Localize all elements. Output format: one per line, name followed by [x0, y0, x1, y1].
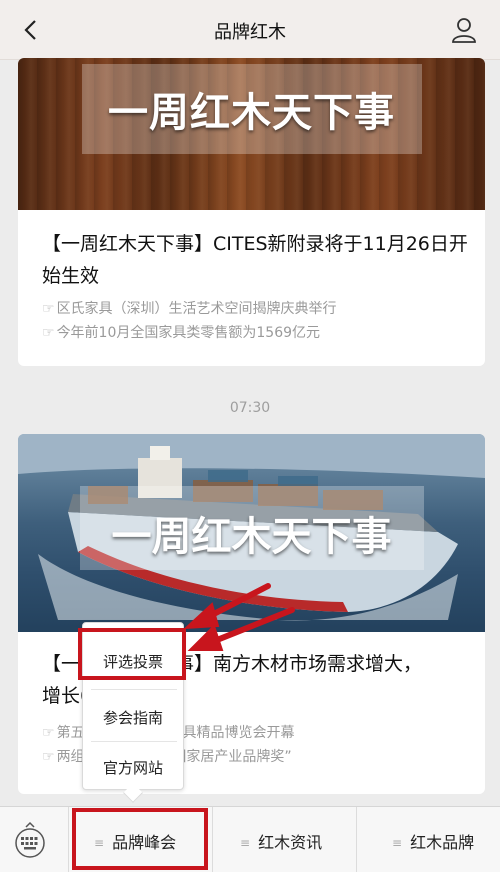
divider: [356, 807, 357, 872]
article-banner-image: 一周红木天下事: [18, 58, 485, 210]
tab-redwood-news[interactable]: ≡ 红木资讯: [240, 829, 322, 853]
highlight-box-brand-summit: [72, 808, 208, 870]
menu-lines-icon: ≡: [392, 836, 403, 850]
menu-item-official-site[interactable]: 官方网站: [83, 757, 183, 778]
menu-lines-icon: ≡: [240, 836, 251, 850]
pointing-hand-icon: ☞: [42, 325, 55, 341]
article-headline[interactable]: 【一周红木天下事】CITES新附录将于11月26日开始生效: [42, 228, 472, 292]
tab-redwood-brands[interactable]: ≡ 红木品牌: [392, 829, 474, 853]
pointing-hand-icon: ☞: [42, 301, 55, 317]
divider: [212, 807, 213, 872]
sub-article-link[interactable]: ☞ 今年前10月全国家具类零售额为1569亿元: [42, 322, 472, 342]
message-timestamp: 07:30: [229, 400, 271, 416]
top-bar: 品牌红木: [0, 0, 500, 60]
user-profile-icon[interactable]: [450, 16, 478, 44]
page-title: 品牌红木: [214, 22, 286, 43]
article-card[interactable]: 一周红木天下事 【一周红木天下事】CITES新附录将于11月26日开始生效 ☞ 区…: [18, 58, 485, 366]
pointing-hand-icon: ☞: [42, 725, 55, 741]
banner-title: 一周红木天下事: [108, 90, 395, 136]
menu-item-guide[interactable]: 参会指南: [83, 707, 183, 728]
divider: [68, 807, 69, 872]
article-banner-image: 一周红木天下事: [18, 434, 485, 632]
banner-title: 一周红木天下事: [111, 514, 392, 560]
highlight-box-vote: [78, 628, 186, 680]
pointing-hand-icon: ☞: [42, 749, 55, 765]
sub-article-link[interactable]: ☞ 区氏家具（深圳）生活艺术空间揭牌庆典举行: [42, 298, 472, 318]
divider: [91, 689, 177, 690]
keyboard-toggle-icon[interactable]: [12, 821, 48, 859]
divider: [91, 741, 177, 742]
